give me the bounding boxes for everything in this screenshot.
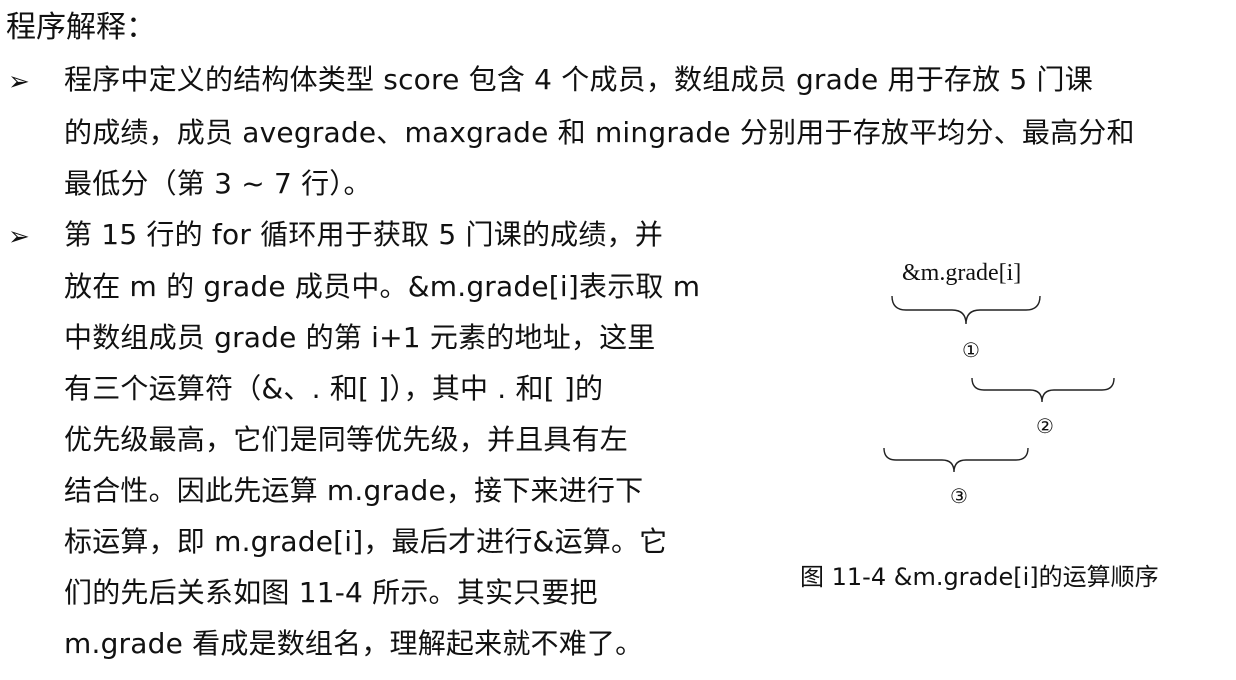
paragraph-line: 有三个运算符（&、. 和[ ]），其中 . 和[ ]的 [64, 372, 604, 405]
paragraph-line: 标运算，即 m.grade[i]，最后才进行&运算。它 [64, 525, 668, 558]
paragraph-line: 优先级最高，它们是同等优先级，并且具有左 [64, 423, 629, 456]
figure-caption: 图 11-4 &m.grade[i]的运算顺序 [800, 563, 1159, 591]
paragraph-line: m.grade 看成是数组名，理解起来就不难了。 [64, 627, 644, 660]
figure-expression: &m.grade[i] [902, 260, 1022, 286]
figure-11-4: &m.grade[i] ① ② ③ 图 11-4 &m.grade[i]的运算顺… [790, 252, 1210, 612]
brace-3 [883, 447, 1029, 473]
brace-2 [971, 377, 1115, 403]
brace-1 [891, 295, 1041, 325]
paragraph-line: 中数组成员 grade 的第 i+1 元素的地址，这里 [64, 321, 656, 354]
paragraph-line: 放在 m 的 grade 成员中。&m.grade[i]表示取 m [64, 270, 701, 303]
step-1-mark: ① [962, 338, 980, 362]
heading: 程序解释： [6, 10, 156, 45]
bullet-arrow-icon: ➢ [8, 222, 30, 252]
step-2-mark: ② [1036, 414, 1054, 438]
paragraph-line: 的成绩，成员 avegrade、maxgrade 和 mingrade 分别用于… [64, 116, 1135, 149]
step-3-mark: ③ [950, 484, 968, 508]
paragraph-line: 第 15 行的 for 循环用于获取 5 门课的成绩，并 [64, 218, 663, 251]
brace-diagram [883, 295, 1115, 473]
paragraph-line: 程序中定义的结构体类型 score 包含 4 个成员，数组成员 grade 用于… [64, 63, 1093, 96]
paragraph-line: 最低分（第 3 ~ 7 行）。 [64, 167, 372, 200]
paragraph-line: 结合性。因此先运算 m.grade，接下来进行下 [64, 474, 644, 507]
bullet-arrow-icon: ➢ [8, 67, 30, 97]
paragraph-line: 们的先后关系如图 11-4 所示。其实只要把 [64, 576, 598, 609]
